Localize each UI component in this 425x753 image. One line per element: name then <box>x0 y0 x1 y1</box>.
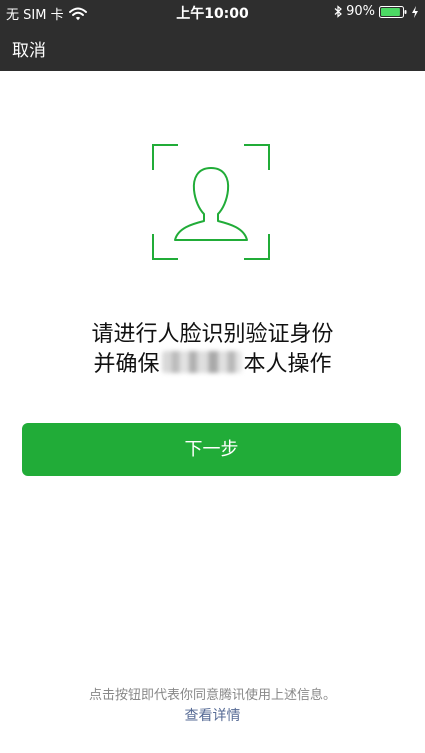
title-line-2-prefix: 并确保 <box>93 352 160 377</box>
battery-icon <box>379 5 407 18</box>
cancel-button[interactable]: 取消 <box>12 36 46 61</box>
blurred-name <box>161 351 242 373</box>
title-line-1: 请进行人脸识别验证身份 <box>91 322 334 347</box>
header: 无 SIM 卡 上午10:00 90% 取消 <box>0 0 425 71</box>
title-line-2-suffix: 本人操作 <box>243 352 332 377</box>
status-right: 90% <box>334 4 419 19</box>
charging-icon <box>411 5 419 18</box>
view-details-link[interactable]: 查看详情 <box>0 705 425 725</box>
face-outline-icon <box>152 144 270 260</box>
bluetooth-icon <box>334 5 343 18</box>
next-button[interactable]: 下一步 <box>22 423 401 476</box>
status-bar: 无 SIM 卡 上午10:00 90% <box>0 0 425 24</box>
consent-notice: 点击按钮即代表你同意腾讯使用上述信息。 <box>88 688 336 703</box>
nav-bar: 取消 <box>0 26 425 70</box>
battery-percent: 90% <box>346 4 375 19</box>
title-line-2: 并确保 本人操作 <box>0 346 425 378</box>
